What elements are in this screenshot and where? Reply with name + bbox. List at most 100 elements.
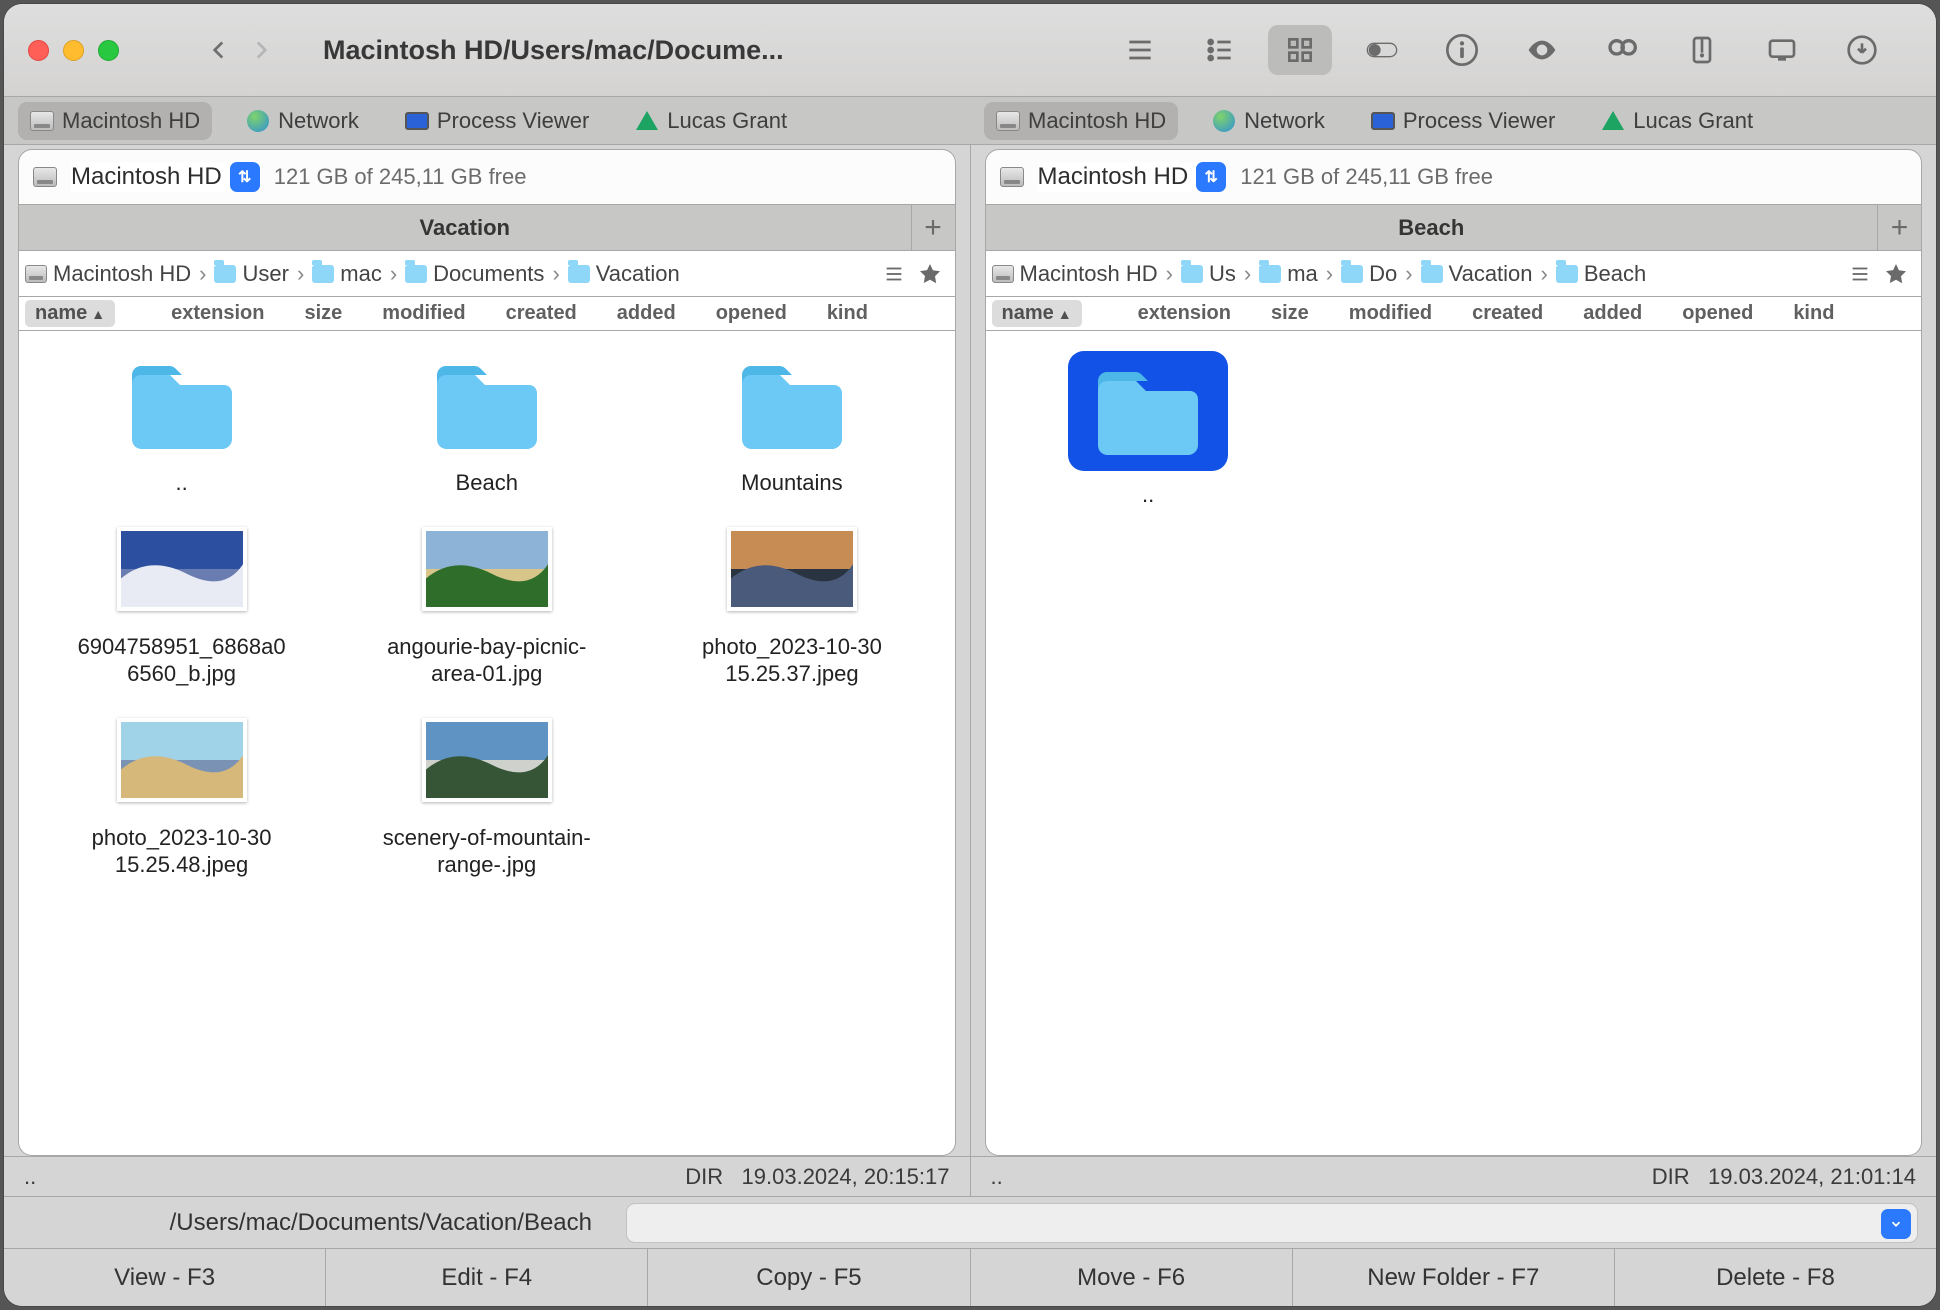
free-space-left: 121 GB of 245,11 GB free <box>274 164 527 190</box>
breadcrumb-left: Macintosh HD›User›mac›Documents›Vacation <box>18 251 956 297</box>
places-item[interactable]: Network <box>234 102 371 140</box>
folder-icon <box>117 351 247 459</box>
column-name[interactable]: name▲ <box>992 300 1082 327</box>
breadcrumb-segment[interactable]: Beach <box>1556 261 1646 287</box>
folder-icon <box>1068 351 1228 471</box>
new-tab-left[interactable]: + <box>911 205 955 250</box>
fkey-bar: View - F3Edit - F4Copy - F5Move - F6New … <box>4 1248 1936 1306</box>
column-modified[interactable]: modified <box>1339 300 1442 327</box>
close-button[interactable] <box>28 40 49 61</box>
item-label: photo_2023-10-30 15.25.37.jpeg <box>682 633 902 688</box>
breadcrumb-right: Macintosh HD›Us›ma›Do›Vacation›Beach <box>985 251 1923 297</box>
file-item[interactable]: angourie-bay-picnic-area-01.jpg <box>334 515 639 688</box>
column-size[interactable]: size <box>294 300 352 327</box>
places-item[interactable]: Lucas Grant <box>623 102 799 140</box>
volume-select-left[interactable]: Macintosh HD ⇅ <box>71 162 260 192</box>
new-tab-right[interactable]: + <box>1877 205 1921 250</box>
toggle-hidden-button[interactable] <box>1350 25 1414 75</box>
column-added[interactable]: added <box>607 300 686 327</box>
panes: Macintosh HD ⇅ 121 GB of 245,11 GB free … <box>4 145 1936 1156</box>
column-size[interactable]: size <box>1261 300 1319 327</box>
breadcrumb-segment[interactable]: Vacation <box>568 261 680 287</box>
toolbar-right <box>1350 25 1894 75</box>
breadcrumb-segment[interactable]: ma <box>1259 261 1318 287</box>
breadcrumb-segment[interactable]: User <box>214 261 288 287</box>
hd-icon <box>30 109 54 133</box>
favorite-star-icon[interactable] <box>915 259 945 289</box>
path-input[interactable] <box>626 1203 1918 1243</box>
fkey-button[interactable]: Delete - F8 <box>1615 1249 1936 1306</box>
volume-select-right[interactable]: Macintosh HD ⇅ <box>1038 162 1227 192</box>
breadcrumb-segment[interactable]: Us <box>1181 261 1236 287</box>
column-name[interactable]: name▲ <box>25 300 115 327</box>
breadcrumb-segment[interactable]: Macintosh HD <box>992 261 1158 287</box>
monitor-icon <box>405 109 429 133</box>
places-item[interactable]: Macintosh HD <box>18 102 212 140</box>
column-created[interactable]: created <box>496 300 587 327</box>
places-item[interactable]: Lucas Grant <box>1589 102 1765 140</box>
image-thumbnail <box>422 706 552 814</box>
breadcrumb-segment[interactable]: Macintosh HD <box>25 261 191 287</box>
quicklook-button[interactable] <box>1510 25 1574 75</box>
column-kind[interactable]: kind <box>817 300 878 327</box>
minimize-button[interactable] <box>63 40 84 61</box>
list-narrow-view-button[interactable] <box>1108 25 1172 75</box>
download-button[interactable] <box>1830 25 1894 75</box>
column-opened[interactable]: opened <box>706 300 797 327</box>
tab-title-right[interactable]: Beach <box>986 215 1878 241</box>
fkey-button[interactable]: Edit - F4 <box>326 1249 648 1306</box>
window-title: Macintosh HD/Users/mac/Docume... <box>323 35 1108 66</box>
breadcrumb-segment[interactable]: Do <box>1341 261 1397 287</box>
list-menu-icon[interactable] <box>1845 259 1875 289</box>
column-modified[interactable]: modified <box>372 300 475 327</box>
gdrive-icon <box>635 109 659 133</box>
list-detail-view-button[interactable] <box>1188 25 1252 75</box>
search-button[interactable] <box>1590 25 1654 75</box>
fkey-button[interactable]: Move - F6 <box>971 1249 1293 1306</box>
column-kind[interactable]: kind <box>1783 300 1844 327</box>
path-history-dropdown[interactable] <box>1881 1209 1911 1239</box>
folder-item[interactable]: .. <box>996 351 1301 509</box>
column-opened[interactable]: opened <box>1672 300 1763 327</box>
share-button[interactable] <box>1750 25 1814 75</box>
places-item[interactable]: Process Viewer <box>1359 102 1567 140</box>
places-item[interactable]: Macintosh HD <box>984 102 1178 140</box>
file-item[interactable]: scenery-of-mountain-range-.jpg <box>334 706 639 879</box>
item-label: angourie-bay-picnic-area-01.jpg <box>377 633 597 688</box>
favorite-star-icon[interactable] <box>1881 259 1911 289</box>
places-bar: Macintosh HD Network Process Viewer Lucas G… <box>4 97 1936 145</box>
places-item[interactable]: Process Viewer <box>393 102 601 140</box>
fkey-button[interactable]: New Folder - F7 <box>1293 1249 1615 1306</box>
icon-view-button[interactable] <box>1268 25 1332 75</box>
breadcrumb-segment[interactable]: mac <box>312 261 382 287</box>
tab-row-right: Beach + <box>985 205 1923 251</box>
nav-forward-button[interactable] <box>241 20 281 80</box>
folder-item[interactable]: Mountains <box>639 351 944 497</box>
folder-item[interactable]: Beach <box>334 351 639 497</box>
fkey-button[interactable]: Copy - F5 <box>648 1249 970 1306</box>
file-item[interactable]: 6904758951_6868a06560_b.jpg <box>29 515 334 688</box>
compress-button[interactable] <box>1670 25 1734 75</box>
file-grid-right[interactable]: .. <box>985 331 1923 1156</box>
column-extension[interactable]: extension <box>161 300 274 327</box>
column-added[interactable]: added <box>1573 300 1652 327</box>
column-created[interactable]: created <box>1462 300 1553 327</box>
folder-item[interactable]: .. <box>29 351 334 497</box>
file-item[interactable]: photo_2023-10-30 15.25.48.jpeg <box>29 706 334 879</box>
item-label: .. <box>1142 481 1154 509</box>
nav-back-button[interactable] <box>199 20 239 80</box>
list-menu-icon[interactable] <box>879 259 909 289</box>
breadcrumb-segment[interactable]: Documents <box>405 261 544 287</box>
zoom-button[interactable] <box>98 40 119 61</box>
status-left: .. DIR 19.03.2024, 20:15:17 <box>4 1157 970 1196</box>
file-item[interactable]: photo_2023-10-30 15.25.37.jpeg <box>639 515 944 688</box>
info-button[interactable] <box>1430 25 1494 75</box>
status-bar: .. DIR 19.03.2024, 20:15:17 .. DIR 19.03… <box>4 1156 1936 1196</box>
column-extension[interactable]: extension <box>1128 300 1241 327</box>
tab-title-left[interactable]: Vacation <box>19 215 911 241</box>
file-grid-left[interactable]: ..BeachMountains 6904758951_6868a06560_b.… <box>18 331 956 1156</box>
fkey-button[interactable]: View - F3 <box>4 1249 326 1306</box>
breadcrumb-segment[interactable]: Vacation <box>1421 261 1533 287</box>
right-pane: Macintosh HD ⇅ 121 GB of 245,11 GB free … <box>970 145 1937 1156</box>
places-item[interactable]: Network <box>1200 102 1337 140</box>
